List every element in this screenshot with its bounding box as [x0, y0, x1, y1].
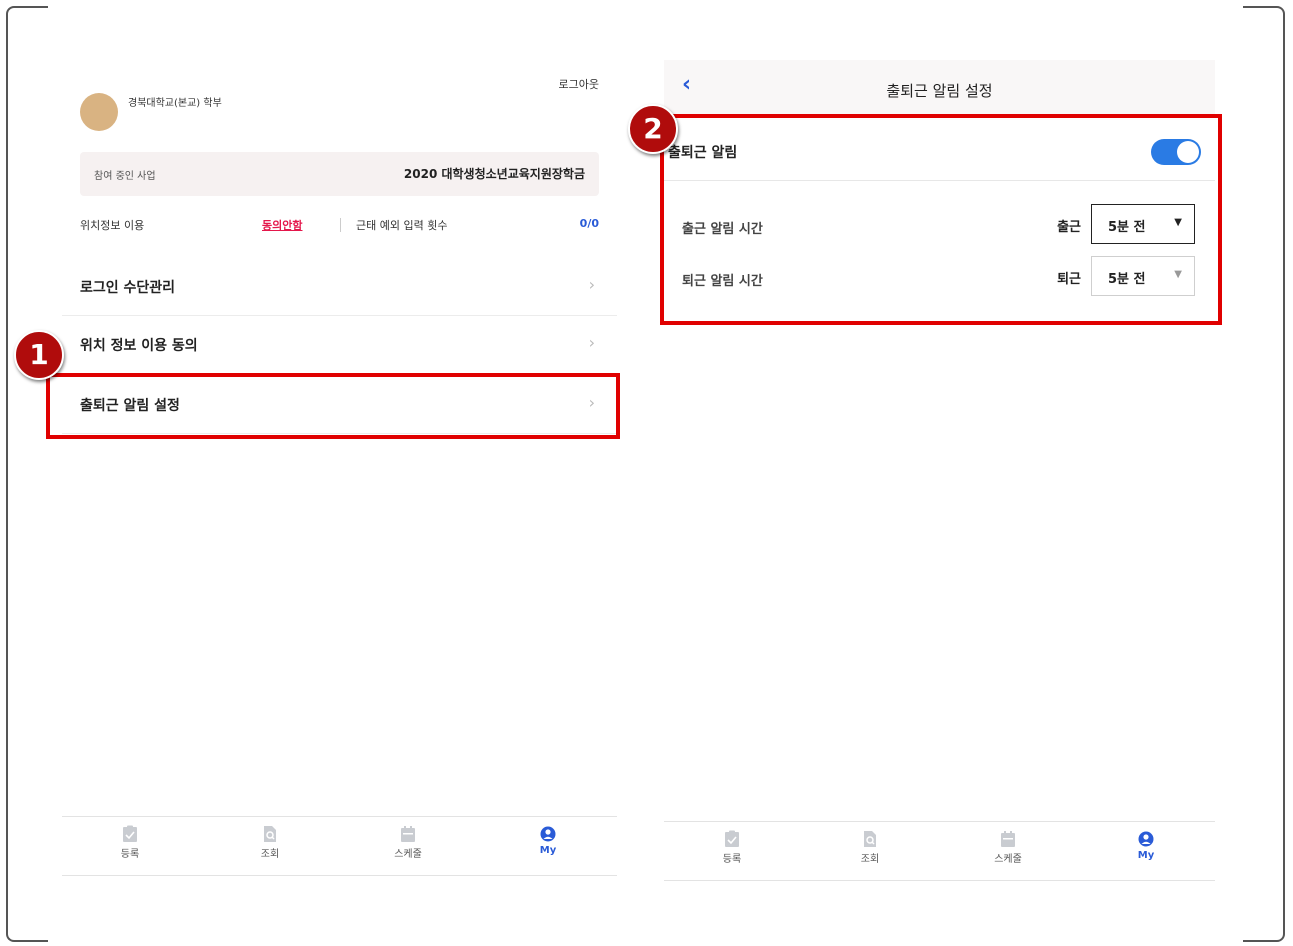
project-value: 2020 대학생청소년교육지원장학금	[403, 167, 585, 181]
tab-label: 등록	[722, 854, 742, 865]
tab-label: 등록	[120, 849, 140, 860]
school-name: 경북대학교(본교) 학부	[128, 98, 222, 109]
info-row: 위치정보 이용 동의안함 근태 예외 입력 횟수 0/0	[80, 217, 599, 237]
tab-label: My	[539, 845, 557, 856]
tab-register[interactable]: 등록	[90, 825, 170, 860]
chevron-right-icon: ›	[588, 333, 595, 352]
tab-label: 조회	[260, 849, 280, 860]
frame-left-bracket	[6, 6, 48, 942]
tab-search[interactable]: 조회	[830, 830, 910, 865]
calendar-icon	[1001, 831, 1015, 847]
document-search-icon	[864, 831, 876, 847]
user-circle-icon	[1138, 831, 1154, 847]
tab-label: 조회	[860, 854, 880, 865]
bottom-tabbar: 등록 조회 스케줄 My	[664, 821, 1215, 881]
header: ‹ 출퇴근 알림 설정	[664, 60, 1215, 116]
divider	[340, 218, 341, 232]
tab-my[interactable]: My	[1106, 830, 1186, 861]
menu-item-label: 로그인 수단관리	[80, 280, 176, 296]
tab-register[interactable]: 등록	[692, 830, 772, 865]
my-page-screen: 로그아웃 경북대학교(본교) 학부 참여 중인 사업 2020 대학생청소년교육…	[62, 60, 617, 880]
bottom-tabbar: 등록 조회 스케줄 My	[62, 816, 617, 876]
menu-item-location-consent[interactable]: 위치 정보 이용 동의 ›	[62, 315, 617, 374]
project-box: 참여 중인 사업 2020 대학생청소년교육지원장학금	[80, 152, 599, 196]
page-title: 출퇴근 알림 설정	[886, 82, 993, 100]
clipboard-check-icon	[725, 830, 739, 847]
menu-item-label: 위치 정보 이용 동의	[80, 338, 198, 354]
tab-my[interactable]: My	[508, 825, 588, 856]
step-badge-1: 1	[14, 330, 64, 380]
menu-item-login-method[interactable]: 로그인 수단관리 ›	[62, 257, 617, 316]
user-circle-icon	[540, 826, 556, 842]
step-badge-2: 2	[628, 104, 678, 154]
exception-count: 0/0	[579, 217, 599, 230]
location-status-link[interactable]: 동의안함	[262, 217, 302, 233]
highlight-box-1	[46, 373, 620, 439]
frame-right-bracket	[1243, 6, 1285, 942]
tab-label: My	[1137, 850, 1155, 861]
tab-search[interactable]: 조회	[230, 825, 310, 860]
tab-schedule[interactable]: 스케줄	[368, 825, 448, 860]
tab-label: 스케줄	[394, 849, 422, 860]
exception-label: 근태 예외 입력 횟수	[356, 219, 448, 232]
highlight-box-2	[660, 114, 1222, 325]
tab-label: 스케줄	[994, 854, 1022, 865]
logout-button[interactable]: 로그아웃	[559, 76, 599, 92]
avatar	[80, 93, 118, 131]
document-search-icon	[264, 826, 276, 842]
tab-schedule[interactable]: 스케줄	[968, 830, 1048, 865]
calendar-icon	[401, 826, 415, 842]
project-label: 참여 중인 사업	[94, 171, 156, 182]
chevron-right-icon: ›	[588, 275, 595, 294]
clipboard-check-icon	[123, 825, 137, 842]
location-label: 위치정보 이용	[80, 219, 145, 232]
